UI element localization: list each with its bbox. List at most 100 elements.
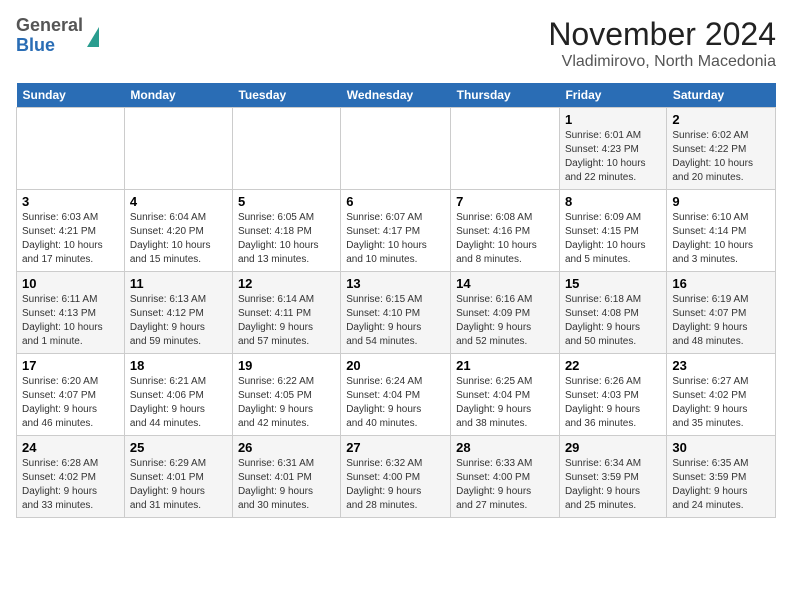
day-number: 6 [346,194,445,209]
day-number: 10 [22,276,119,291]
calendar-cell: 28 Sunrise: 6:33 AMSunset: 4:00 PMDayligh… [451,436,560,518]
day-number: 12 [238,276,335,291]
calendar-cell: 18 Sunrise: 6:21 AMSunset: 4:06 PMDayligh… [124,354,232,436]
day-number: 23 [672,358,770,373]
title-block: November 2024 Vladimirovo, North Macedon… [548,16,776,71]
logo: General Blue [16,16,99,56]
calendar-subtitle: Vladimirovo, North Macedonia [548,53,776,71]
day-number: 28 [456,440,554,455]
calendar-cell: 17Sunrise: 6:20 AMSunset: 4:07 PMDayligh… [17,354,125,436]
day-info: Sunrise: 6:32 AMSunset: 4:00 PMDaylight:… [346,457,445,513]
day-info: Sunrise: 6:13 AMSunset: 4:12 PMDaylight:… [130,293,227,349]
weekday-header-wednesday: Wednesday [341,83,451,108]
calendar-cell: 1 Sunrise: 6:01 AMSunset: 4:23 PMDaylight… [559,108,666,190]
logo-icon [87,27,99,47]
calendar-cell: 4 Sunrise: 6:04 AMSunset: 4:20 PMDaylight… [124,190,232,272]
day-info: Sunrise: 6:28 AMSunset: 4:02 PMDaylight:… [22,457,119,513]
day-info: Sunrise: 6:09 AMSunset: 4:15 PMDaylight:… [565,211,661,267]
calendar-cell: 2 Sunrise: 6:02 AMSunset: 4:22 PMDaylight… [667,108,776,190]
day-info: Sunrise: 6:26 AMSunset: 4:03 PMDaylight:… [565,375,661,431]
day-number: 18 [130,358,227,373]
day-number: 9 [672,194,770,209]
day-info: Sunrise: 6:31 AMSunset: 4:01 PMDaylight:… [238,457,335,513]
weekday-header-sunday: Sunday [17,83,125,108]
weekday-header-friday: Friday [559,83,666,108]
page-header: General Blue November 2024 Vladimirovo, … [16,16,776,71]
day-number: 29 [565,440,661,455]
day-number: 11 [130,276,227,291]
weekday-header-tuesday: Tuesday [232,83,340,108]
day-number: 25 [130,440,227,455]
day-number: 27 [346,440,445,455]
logo-blue: Blue [16,36,83,56]
calendar-cell: 22 Sunrise: 6:26 AMSunset: 4:03 PMDayligh… [559,354,666,436]
weekday-header-monday: Monday [124,83,232,108]
day-number: 3 [22,194,119,209]
calendar-cell: 27 Sunrise: 6:32 AMSunset: 4:00 PMDayligh… [341,436,451,518]
day-info: Sunrise: 6:01 AMSunset: 4:23 PMDaylight:… [565,129,661,185]
calendar-cell: 13 Sunrise: 6:15 AMSunset: 4:10 PMDayligh… [341,272,451,354]
calendar-cell: 7Sunrise: 6:08 AMSunset: 4:16 PMDaylight… [451,190,560,272]
day-number: 7 [456,194,554,209]
day-info: Sunrise: 6:11 AMSunset: 4:13 PMDaylight:… [22,293,119,349]
calendar-cell: 12 Sunrise: 6:14 AMSunset: 4:11 PMDayligh… [232,272,340,354]
day-number: 2 [672,112,770,127]
day-number: 5 [238,194,335,209]
day-info: Sunrise: 6:34 AMSunset: 3:59 PMDaylight:… [565,457,661,513]
day-number: 19 [238,358,335,373]
calendar-cell: 15Sunrise: 6:18 AMSunset: 4:08 PMDayligh… [559,272,666,354]
calendar-cell: 21Sunrise: 6:25 AMSunset: 4:04 PMDayligh… [451,354,560,436]
weekday-header-row: SundayMondayTuesdayWednesdayThursdayFrid… [17,83,776,108]
day-info: Sunrise: 6:33 AMSunset: 4:00 PMDaylight:… [456,457,554,513]
calendar-cell: 25 Sunrise: 6:29 AMSunset: 4:01 PMDayligh… [124,436,232,518]
calendar-cell: 20 Sunrise: 6:24 AMSunset: 4:04 PMDayligh… [341,354,451,436]
day-info: Sunrise: 6:29 AMSunset: 4:01 PMDaylight:… [130,457,227,513]
day-info: Sunrise: 6:21 AMSunset: 4:06 PMDaylight:… [130,375,227,431]
day-info: Sunrise: 6:15 AMSunset: 4:10 PMDaylight:… [346,293,445,349]
calendar-week-row: 1 Sunrise: 6:01 AMSunset: 4:23 PMDaylight… [17,108,776,190]
calendar-cell: 26 Sunrise: 6:31 AMSunset: 4:01 PMDayligh… [232,436,340,518]
day-number: 26 [238,440,335,455]
day-info: Sunrise: 6:07 AMSunset: 4:17 PMDaylight:… [346,211,445,267]
calendar-cell: 3 Sunrise: 6:03 AMSunset: 4:21 PMDaylight… [17,190,125,272]
weekday-header-thursday: Thursday [451,83,560,108]
calendar-week-row: 17Sunrise: 6:20 AMSunset: 4:07 PMDayligh… [17,354,776,436]
day-info: Sunrise: 6:03 AMSunset: 4:21 PMDaylight:… [22,211,119,267]
day-info: Sunrise: 6:10 AMSunset: 4:14 PMDaylight:… [672,211,770,267]
day-info: Sunrise: 6:16 AMSunset: 4:09 PMDaylight:… [456,293,554,349]
calendar-cell: 30 Sunrise: 6:35 AMSunset: 3:59 PMDayligh… [667,436,776,518]
calendar-cell [451,108,560,190]
calendar-cell: 10 Sunrise: 6:11 AMSunset: 4:13 PMDayligh… [17,272,125,354]
calendar-cell: 23 Sunrise: 6:27 AMSunset: 4:02 PMDayligh… [667,354,776,436]
calendar-cell: 11 Sunrise: 6:13 AMSunset: 4:12 PMDayligh… [124,272,232,354]
day-info: Sunrise: 6:05 AMSunset: 4:18 PMDaylight:… [238,211,335,267]
calendar-cell: 9 Sunrise: 6:10 AMSunset: 4:14 PMDaylight… [667,190,776,272]
day-number: 13 [346,276,445,291]
day-number: 22 [565,358,661,373]
day-info: Sunrise: 6:27 AMSunset: 4:02 PMDaylight:… [672,375,770,431]
calendar-week-row: 10 Sunrise: 6:11 AMSunset: 4:13 PMDayligh… [17,272,776,354]
day-number: 24 [22,440,119,455]
day-number: 1 [565,112,661,127]
day-number: 16 [672,276,770,291]
day-number: 15 [565,276,661,291]
day-number: 20 [346,358,445,373]
day-number: 8 [565,194,661,209]
day-number: 30 [672,440,770,455]
day-number: 14 [456,276,554,291]
day-info: Sunrise: 6:02 AMSunset: 4:22 PMDaylight:… [672,129,770,185]
logo-general: General [16,16,83,36]
calendar-cell [17,108,125,190]
day-number: 4 [130,194,227,209]
calendar-week-row: 24 Sunrise: 6:28 AMSunset: 4:02 PMDayligh… [17,436,776,518]
day-info: Sunrise: 6:24 AMSunset: 4:04 PMDaylight:… [346,375,445,431]
day-info: Sunrise: 6:35 AMSunset: 3:59 PMDaylight:… [672,457,770,513]
day-info: Sunrise: 6:14 AMSunset: 4:11 PMDaylight:… [238,293,335,349]
calendar-cell: 24 Sunrise: 6:28 AMSunset: 4:02 PMDayligh… [17,436,125,518]
day-info: Sunrise: 6:20 AMSunset: 4:07 PMDaylight:… [22,375,119,431]
day-info: Sunrise: 6:25 AMSunset: 4:04 PMDaylight:… [456,375,554,431]
weekday-header-saturday: Saturday [667,83,776,108]
day-info: Sunrise: 6:04 AMSunset: 4:20 PMDaylight:… [130,211,227,267]
calendar-cell: 8 Sunrise: 6:09 AMSunset: 4:15 PMDaylight… [559,190,666,272]
calendar-cell [341,108,451,190]
